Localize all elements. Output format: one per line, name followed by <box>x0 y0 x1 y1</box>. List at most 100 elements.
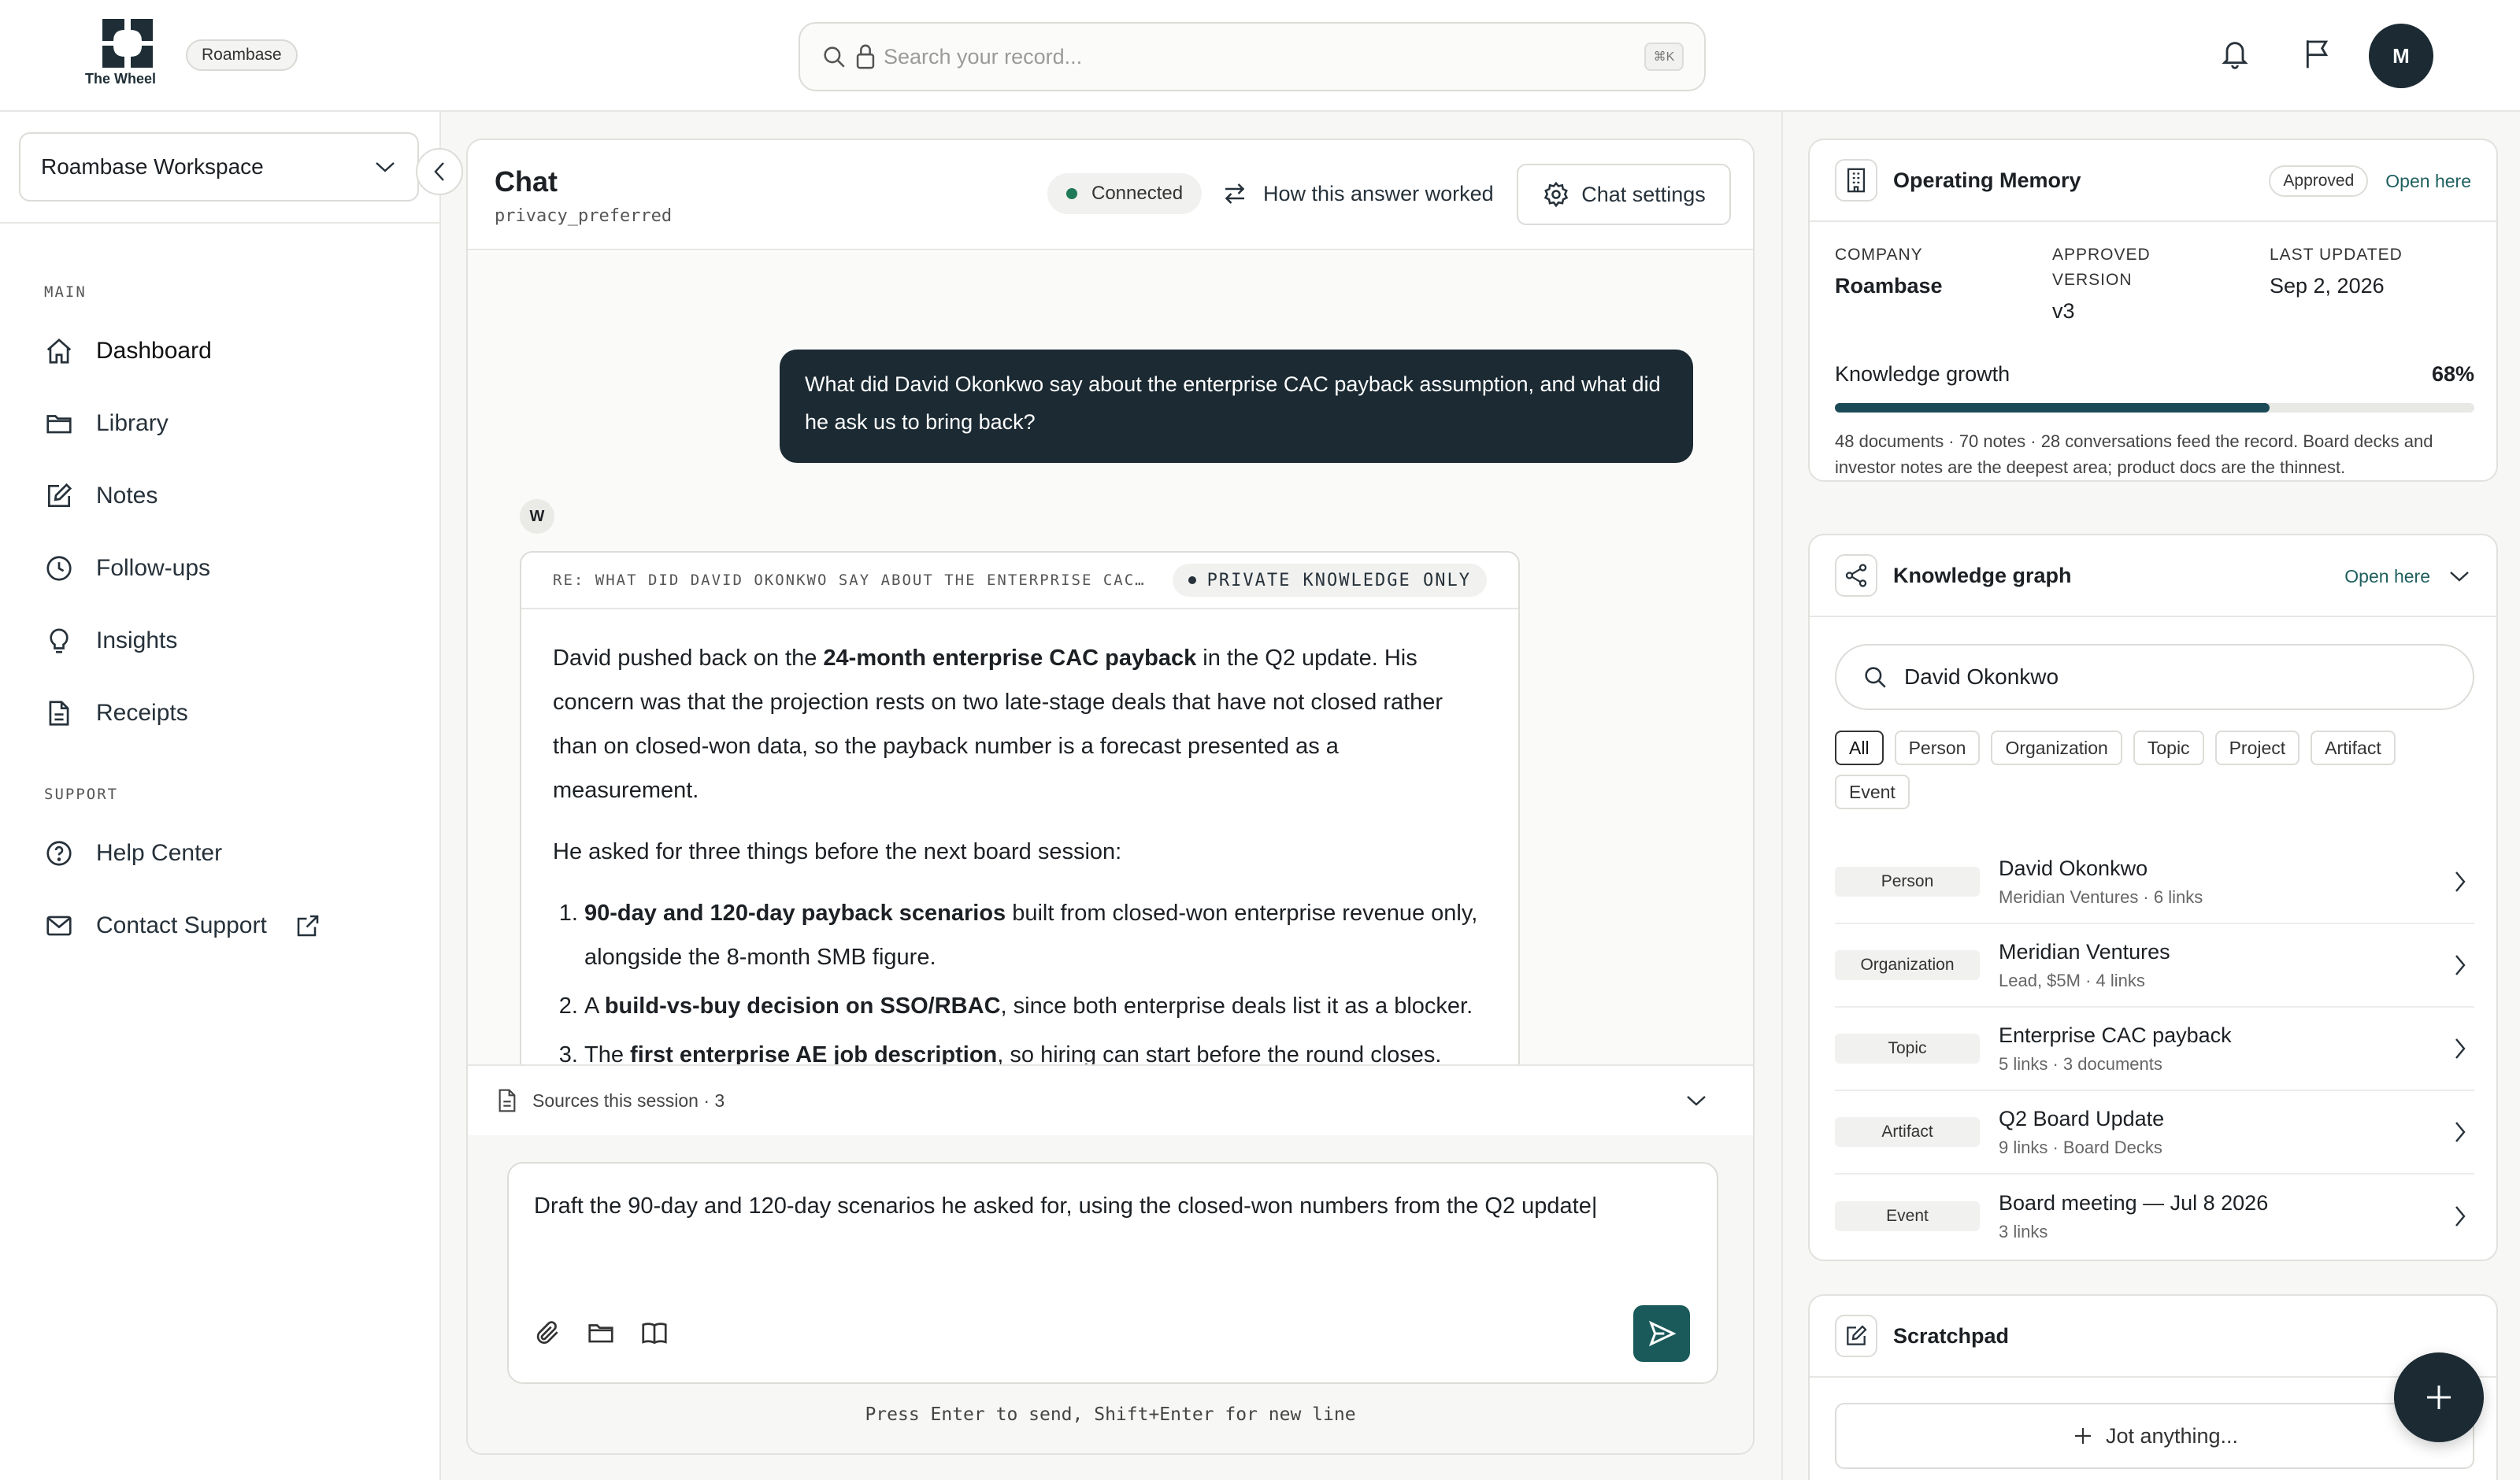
filter-chip-all[interactable]: All <box>1835 731 1884 765</box>
filter-chip-project[interactable]: Project <box>2214 731 2300 765</box>
connection-status-label: Connected <box>1091 183 1184 204</box>
sidebar-item-label: Contact Support <box>96 912 267 938</box>
knowledge-growth-label: Knowledge growth <box>1835 362 2010 386</box>
sidebar-item-label: Insights <box>96 627 178 653</box>
search-shortcut: ⌘K <box>1644 43 1684 71</box>
wheel-logo-icon <box>102 19 153 68</box>
external-link-icon <box>294 912 322 940</box>
search-input[interactable] <box>884 44 1644 69</box>
operating-memory-open-link[interactable]: Open here <box>2385 171 2471 192</box>
sidebar-item-insights[interactable]: Insights <box>44 617 177 664</box>
collapse-sidebar-button[interactable] <box>416 148 463 195</box>
chevron-right-icon <box>2455 955 2466 975</box>
sidebar-item-help-center[interactable]: Help Center <box>44 830 222 877</box>
filter-chip-topic[interactable]: Topic <box>2133 731 2204 765</box>
knowledge-growth-note: 48 documents · 70 notes · 28 conversatio… <box>1835 431 2433 477</box>
sidebar-item-notes[interactable]: Notes <box>44 472 158 520</box>
book-icon <box>642 1323 667 1345</box>
entity-meta: 3 links <box>1999 1221 2048 1241</box>
answer-text: A <box>584 993 605 1019</box>
entity-name: Q2 Board Update <box>1999 1106 2165 1130</box>
composer-hint: Press Enter to send, Shift+Enter for new… <box>865 1404 1356 1425</box>
answer-body: David pushed back on the 24-month enterp… <box>521 609 1518 1077</box>
send-icon <box>1648 1320 1677 1347</box>
sidebar-item-dashboard[interactable]: Dashboard <box>44 327 212 375</box>
entity-meta: Lead, $5M · 4 links <box>1999 970 2145 990</box>
entity-meta: Meridian Ventures · 6 links <box>1999 886 2203 907</box>
knowledge-graph-card: Knowledge graph Open here David Okonkwo … <box>1808 534 2498 1261</box>
message-composer[interactable]: Draft the 90-day and 120-day scenarios h… <box>507 1162 1718 1384</box>
memory-company: COMPANY Roambase <box>1835 242 2052 324</box>
folder-icon <box>588 1324 613 1343</box>
flag-button[interactable] <box>2301 36 2333 71</box>
knowledge-growth-bar <box>1835 403 2474 413</box>
knowledge-growth-percent: 68% <box>2431 362 2474 386</box>
chevron-down-icon[interactable] <box>2448 568 2471 584</box>
knowledge-graph-open-link[interactable]: Open here <box>2344 566 2430 587</box>
send-button[interactable] <box>1633 1305 1690 1362</box>
sidebar-item-follow-ups[interactable]: Follow-ups <box>44 545 210 592</box>
how-answer-worked-button[interactable]: How this answer worked <box>1221 172 1494 216</box>
sidebar-item-receipts[interactable]: Receipts <box>44 690 188 737</box>
sidebar-item-contact-support[interactable]: Contact Support <box>44 902 322 949</box>
filter-chip-event[interactable]: Event <box>1835 775 1910 809</box>
entity-row[interactable]: Topic Enterprise CAC payback 5 links · 3… <box>1835 1008 2474 1091</box>
lock-icon <box>854 43 877 70</box>
jot-anything-label: Jot anything... <box>2105 1423 2239 1448</box>
answer-paragraph: David pushed back on the 24-month enterp… <box>553 636 1487 812</box>
entity-row[interactable]: Artifact Q2 Board Update 9 links · Board… <box>1835 1091 2474 1175</box>
app-logo[interactable]: The Wheel <box>85 19 172 87</box>
entity-row[interactable]: Organization Meridian Ventures Lead, $5M… <box>1835 924 2474 1008</box>
global-search[interactable]: ⌘K <box>799 22 1706 91</box>
plus-icon <box>2074 1428 2091 1444</box>
workspace-badge[interactable]: Roambase <box>186 39 298 71</box>
document-icon <box>498 1089 516 1112</box>
memory-company-value: Roambase <box>1835 274 1943 298</box>
user-avatar[interactable]: M <box>2369 24 2433 88</box>
scratchpad-title: Scratchpad <box>1893 1323 2010 1348</box>
logo-text: The Wheel <box>85 71 157 87</box>
chat-settings-label: Chat settings <box>1581 182 1706 206</box>
sidebar-item-library[interactable]: Library <box>44 400 169 447</box>
knowledge-graph-header: Knowledge graph Open here <box>1810 535 2496 617</box>
sidebar-item-label: Library <box>96 410 169 436</box>
gear-icon <box>1544 181 1569 208</box>
entity-list: Person David Okonkwo Meridian Ventures ·… <box>1835 841 2474 1258</box>
entity-row[interactable]: Person David Okonkwo Meridian Ventures ·… <box>1835 841 2474 924</box>
filter-chip-artifact[interactable]: Artifact <box>2311 731 2396 765</box>
chevron-down-icon <box>376 162 395 172</box>
message-input[interactable]: Draft the 90-day and 120-day scenarios h… <box>534 1193 1597 1219</box>
section-label-support: SUPPORT <box>44 786 119 803</box>
entity-filter-chips: All Person Organization Topic Project Ar… <box>1835 731 2474 819</box>
folder-icon <box>44 409 79 438</box>
answer-header: RE: WHAT DID DAVID OKONKWO SAY ABOUT THE… <box>521 553 1518 609</box>
entity-name: Meridian Ventures <box>1999 939 2170 964</box>
sources-toggle[interactable]: Sources this session · 3 <box>468 1064 1753 1135</box>
memory-updated: LAST UPDATED Sep 2, 2026 <box>2270 242 2487 324</box>
sidebar: Roambase Workspace MAIN Dashboard Librar… <box>0 112 441 1480</box>
workspace-select[interactable]: Roambase Workspace <box>19 132 419 202</box>
answer-highlight: 90-day and 120-day payback scenarios <box>584 901 1006 926</box>
jot-anything-button[interactable]: Jot anything... <box>1835 1403 2474 1469</box>
attach-button[interactable] <box>532 1318 562 1348</box>
attach-folder-button[interactable] <box>586 1318 616 1348</box>
home-icon <box>44 336 79 366</box>
status-dot <box>1066 188 1077 199</box>
sidebar-item-label: Follow-ups <box>96 555 211 581</box>
mail-icon <box>44 911 79 941</box>
chat-settings-button[interactable]: Chat settings <box>1517 164 1731 225</box>
add-floating-button[interactable] <box>2394 1352 2484 1442</box>
filter-chip-organization[interactable]: Organization <box>1991 731 2122 765</box>
answer-list-item: 90-day and 120-day payback scenarios bui… <box>584 891 1487 979</box>
filter-chip-person[interactable]: Person <box>1894 731 1981 765</box>
operating-memory-title: Operating Memory <box>1893 168 2081 192</box>
graph-search-input[interactable]: David Okonkwo <box>1835 644 2474 710</box>
entity-row[interactable]: Event Board meeting — Jul 8 2026 3 links <box>1835 1175 2474 1258</box>
graph-search-value: David Okonkwo <box>1904 664 2059 689</box>
entity-name: Board meeting — Jul 8 2026 <box>1999 1190 2269 1215</box>
approved-badge: Approved <box>2269 165 2369 197</box>
knowledge-button[interactable] <box>639 1318 669 1348</box>
notifications-button[interactable] <box>2219 36 2251 71</box>
answer-list-item: A build-vs-buy decision on SSO/RBAC, sin… <box>584 984 1487 1028</box>
search-icon <box>1865 667 1886 688</box>
